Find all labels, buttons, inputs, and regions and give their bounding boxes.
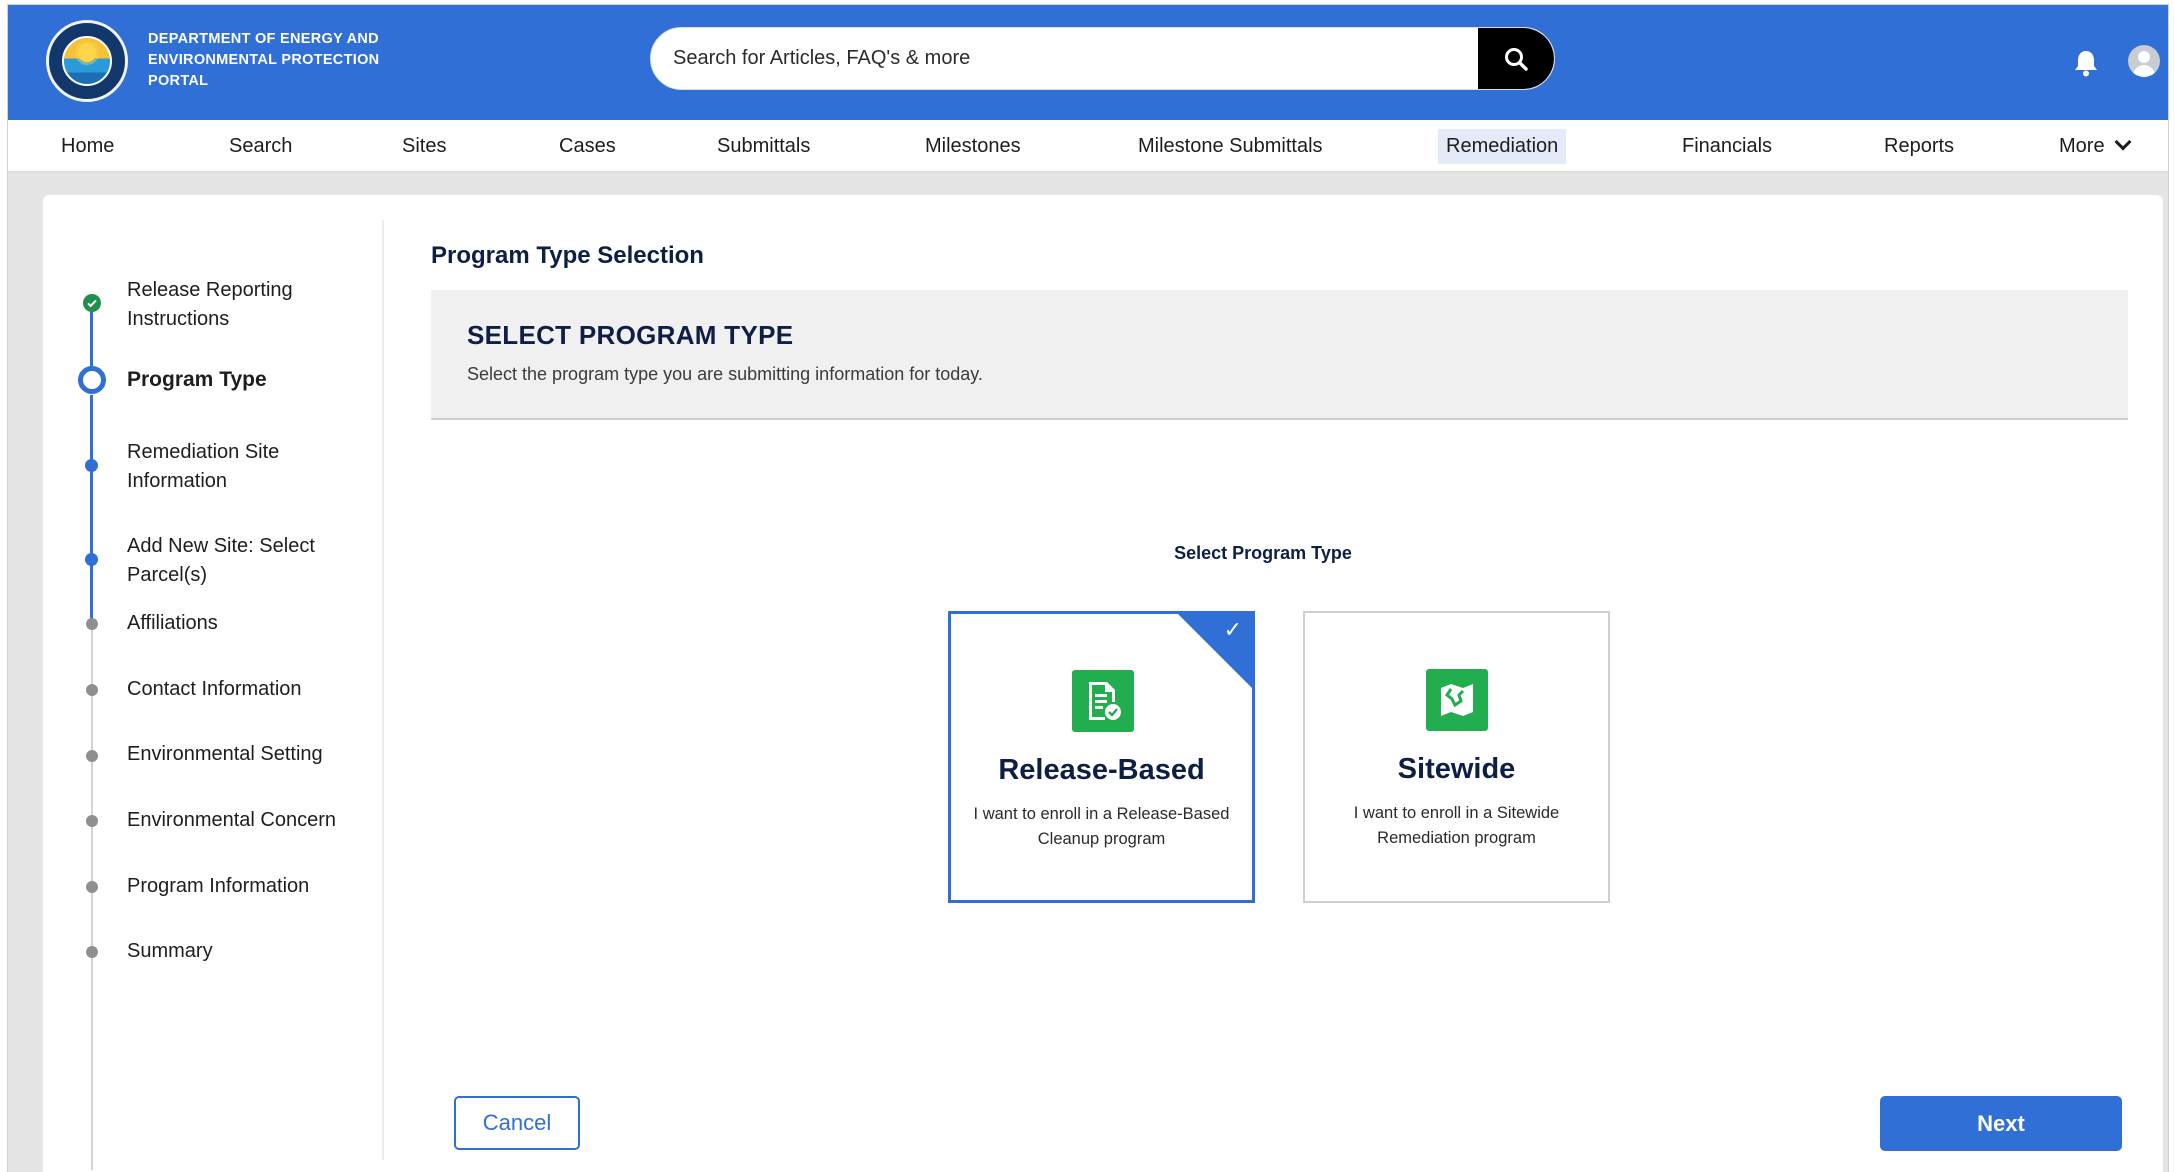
main-nav: Home Search Sites Cases Submittals Miles…	[8, 120, 2168, 172]
nav-reports[interactable]: Reports	[1876, 129, 1962, 164]
nav-submittals[interactable]: Submittals	[709, 129, 818, 164]
nav-sites[interactable]: Sites	[394, 129, 454, 164]
search-bar	[650, 27, 1555, 90]
step-dot-pending	[86, 946, 98, 958]
option-description: I want to enroll in a Sitewide Remediati…	[1353, 804, 1560, 847]
step-remediation-site-information[interactable]: Remediation Site Information	[127, 438, 377, 496]
step-program-information[interactable]: Program Information	[127, 872, 377, 901]
state-seal-logo[interactable]	[46, 20, 128, 102]
checkmark-icon: ✓	[1223, 618, 1242, 643]
step-contact-information[interactable]: Contact Information	[127, 675, 377, 704]
portal-title: DEPARTMENT OF ENERGY AND ENVIRONMENTAL P…	[148, 31, 380, 89]
nav-cases[interactable]: Cases	[551, 129, 624, 164]
step-rail-active	[90, 395, 93, 620]
step-dot-pending	[86, 618, 98, 630]
step-dot-active	[85, 553, 98, 566]
step-dot-pending	[86, 815, 98, 827]
nav-search[interactable]: Search	[221, 129, 300, 164]
sun-icon	[78, 44, 96, 62]
step-affiliations[interactable]: Affiliations	[127, 609, 377, 638]
step-dot-pending	[86, 684, 98, 696]
banner-subtitle: Select the program type you are submitti…	[467, 364, 983, 384]
current-step-ring-icon	[78, 366, 106, 394]
document-check-icon	[1072, 670, 1134, 732]
option-description: I want to enroll in a Release-Based Clea…	[973, 805, 1230, 848]
select-program-label: Select Program Type	[1174, 543, 1352, 563]
app-window: DEPARTMENT OF ENERGY AND ENVIRONMENTAL P…	[8, 5, 2168, 1172]
option-title: Sitewide	[1397, 753, 1516, 785]
search-input[interactable]	[651, 28, 1481, 89]
step-rail-pending	[91, 620, 93, 1170]
nav-remediation[interactable]: Remediation	[1438, 129, 1567, 164]
step-environmental-concern[interactable]: Environmental Concern	[127, 806, 377, 835]
search-button[interactable]	[1478, 28, 1554, 89]
nav-more-label: More	[2059, 135, 2105, 157]
avatar-body	[2133, 65, 2155, 77]
seal-emblem	[62, 36, 112, 86]
user-avatar[interactable]	[2128, 45, 2160, 77]
cancel-button[interactable]: Cancel	[454, 1096, 580, 1150]
step-release-reporting-instructions[interactable]: Release Reporting Instructions	[127, 276, 377, 334]
step-add-new-site[interactable]: Add New Site: Select Parcel(s)	[127, 532, 377, 590]
step-program-type[interactable]: Program Type	[127, 365, 377, 394]
step-environmental-setting[interactable]: Environmental Setting	[127, 740, 377, 769]
banner-heading: SELECT PROGRAM TYPE	[467, 320, 794, 350]
section-banner: SELECT PROGRAM TYPE Select the program t…	[431, 290, 2128, 420]
next-button[interactable]: Next	[1880, 1096, 2122, 1151]
option-title: Release-Based	[998, 754, 1205, 786]
bell-icon	[2075, 51, 2097, 77]
content-card: Release Reporting Instructions Program T…	[43, 195, 2163, 1172]
option-release-based[interactable]: ✓ Release-Based I want to enroll in a Re…	[948, 611, 1255, 903]
search-icon	[1505, 47, 1528, 71]
map-icon	[1426, 669, 1488, 731]
nav-milestones[interactable]: Milestones	[917, 129, 1029, 164]
step-dot-active	[85, 459, 98, 472]
nav-more[interactable]: More	[2051, 129, 2137, 164]
sidebar-divider	[382, 220, 384, 1160]
step-summary[interactable]: Summary	[127, 937, 377, 966]
avatar-head	[2138, 51, 2150, 63]
top-header: DEPARTMENT OF ENERGY AND ENVIRONMENTAL P…	[8, 5, 2168, 120]
step-dot-pending	[86, 881, 98, 893]
option-sitewide[interactable]: Sitewide I want to enroll in a Sitewide …	[1303, 611, 1610, 903]
nav-home[interactable]: Home	[53, 129, 122, 164]
page-title: Program Type Selection	[431, 242, 704, 269]
notifications-button[interactable]	[2066, 43, 2106, 83]
chevron-down-icon	[2114, 133, 2132, 151]
step-rail-complete	[90, 307, 93, 367]
progress-steps: Release Reporting Instructions Program T…	[43, 195, 382, 1172]
nav-financials[interactable]: Financials	[1674, 129, 1780, 164]
step-dot-pending	[86, 750, 98, 762]
check-circle-icon	[83, 294, 101, 312]
nav-milestone-submittals[interactable]: Milestone Submittals	[1130, 129, 1331, 164]
